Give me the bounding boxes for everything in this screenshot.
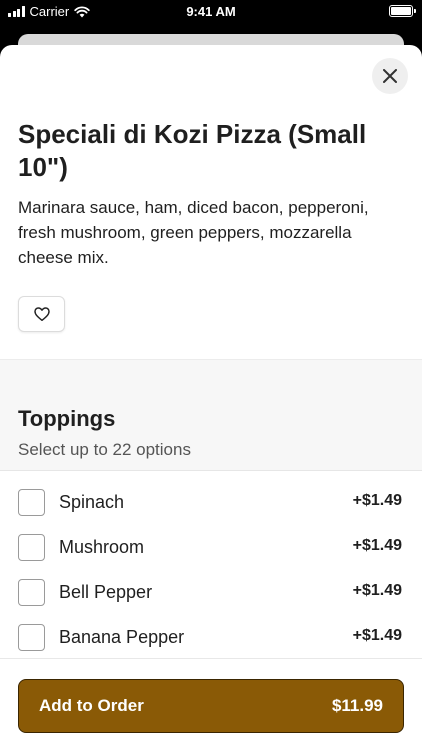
option-price: +$1.49 [352,537,402,554]
option-label: Spinach [59,492,125,512]
option-row-bell-pepper[interactable]: Bell Pepper +$1.49 [0,571,422,616]
order-total: $11.99 [331,696,383,715]
footer-bar: Add to Order $11.99 [0,658,422,750]
toppings-section-header: Toppings Select up to 22 options [0,360,422,471]
option-row-banana-pepper[interactable]: Banana Pepper +$1.49 [0,616,422,661]
add-to-order-label: Add to Order [39,696,144,715]
checkbox[interactable] [18,624,45,651]
option-label: Bell Pepper [59,582,153,602]
option-price: +$1.49 [352,492,402,509]
checkbox[interactable] [18,534,45,561]
close-button[interactable] [372,58,408,94]
close-icon [383,69,397,83]
favorite-button[interactable] [18,296,65,332]
item-description: Marinara sauce, ham, diced bacon, pepper… [18,198,369,267]
status-time: 9:41 AM [186,4,236,19]
checkbox[interactable] [18,579,45,606]
item-detail-sheet: Speciali di Kozi Pizza (Small 10") Marin… [0,45,422,750]
option-price: +$1.49 [352,582,402,599]
section-subtitle: Select up to 22 options [18,440,191,459]
status-bar: Carrier 9:41 AM [0,0,422,24]
item-title: Speciali di Kozi Pizza (Small 10") [18,119,367,182]
option-row-spinach[interactable]: Spinach +$1.49 [0,481,422,526]
section-title: Toppings [18,406,116,431]
option-price: +$1.49 [352,627,402,644]
add-to-order-button[interactable]: Add to Order $11.99 [18,679,404,733]
option-label: Mushroom [59,537,145,557]
checkbox[interactable] [18,489,45,516]
option-row-mushroom[interactable]: Mushroom +$1.49 [0,526,422,571]
battery-icon [389,5,416,17]
option-label: Banana Pepper [59,627,185,647]
heart-icon [33,307,50,321]
